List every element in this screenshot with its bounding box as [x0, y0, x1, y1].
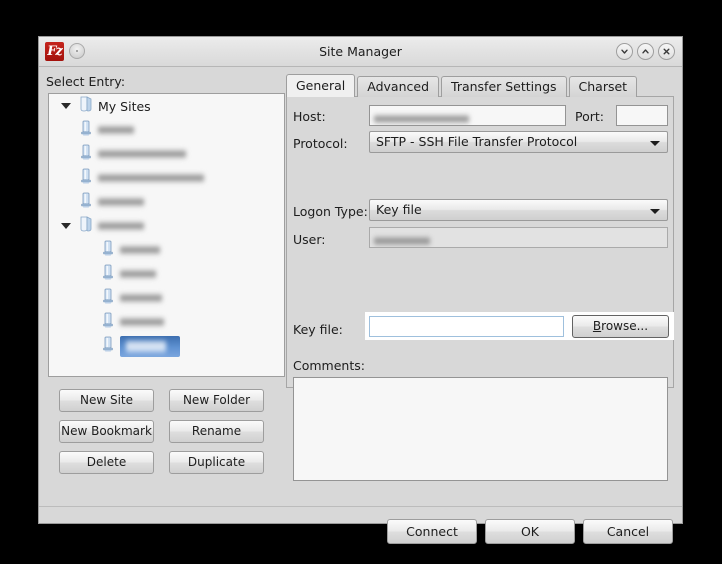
- host-row: Host:: [293, 105, 326, 127]
- logon-type-label: Logon Type:: [293, 203, 368, 219]
- user-redacted-value: [374, 236, 430, 246]
- folder-icon: [79, 96, 93, 116]
- tab-general[interactable]: General: [286, 74, 356, 97]
- tree-item-label: My Sites: [98, 98, 151, 114]
- tree-item-redacted-label: [98, 125, 134, 135]
- title-bar: Fz Site Manager: [39, 37, 682, 67]
- settings-tabs: General Advanced Transfer Settings Chars…: [286, 74, 639, 97]
- new-site-button[interactable]: New Site: [59, 389, 154, 412]
- port-label: Port:: [575, 108, 604, 124]
- chevron-down-icon: [650, 141, 660, 146]
- host-input[interactable]: [369, 105, 566, 126]
- tree-item-redacted-label: [98, 221, 144, 231]
- select-entry-label: Select Entry:: [46, 74, 126, 89]
- folder-icon: [79, 216, 93, 236]
- tree-item[interactable]: [49, 334, 284, 358]
- user-input: [369, 227, 668, 248]
- new-bookmark-button[interactable]: New Bookmark: [59, 420, 154, 443]
- general-tab-panel: Host: Port: Protocol: SFTP - SSH File Tr…: [286, 96, 674, 481]
- logon-type-value: Key file: [376, 202, 422, 217]
- keyfile-label: Key file:: [293, 321, 343, 337]
- tree-children: [49, 118, 284, 358]
- tree-item-redacted-label: [98, 173, 204, 183]
- logon-type-row: Logon Type:: [293, 200, 368, 222]
- close-icon[interactable]: [658, 43, 675, 60]
- site-action-buttons: New Site New Folder New Bookmark Rename …: [59, 389, 274, 474]
- host-label: Host:: [293, 108, 326, 124]
- keyfile-input[interactable]: [369, 316, 564, 337]
- ok-button[interactable]: OK: [485, 519, 575, 544]
- browse-accel: B: [592, 319, 602, 333]
- tree-item-redacted-label: [120, 245, 160, 255]
- tree-item-redacted-label: [126, 339, 166, 353]
- tab-transfer-settings[interactable]: Transfer Settings: [441, 76, 567, 97]
- tree-item-redacted-label: [98, 149, 186, 159]
- user-label: User:: [293, 231, 326, 247]
- tree-item[interactable]: [49, 286, 284, 310]
- connect-button[interactable]: Connect: [387, 519, 477, 544]
- protocol-label: Protocol:: [293, 135, 348, 151]
- dialog-content: Select Entry: My Sites New Site New Fold…: [39, 67, 682, 544]
- tree-item[interactable]: [49, 310, 284, 334]
- keyfile-row: Key file:: [293, 318, 343, 340]
- expand-collapse-toggle[interactable]: [53, 103, 79, 109]
- delete-button[interactable]: Delete: [59, 451, 154, 474]
- minimize-icon[interactable]: [616, 43, 633, 60]
- tree-item-redacted-label: [120, 317, 164, 327]
- server-icon: [101, 336, 115, 356]
- browse-label-rest: rowse...: [601, 319, 649, 333]
- cancel-button[interactable]: Cancel: [583, 519, 673, 544]
- tree-item[interactable]: [49, 190, 284, 214]
- tab-charset[interactable]: Charset: [568, 76, 638, 97]
- server-icon: [101, 288, 115, 308]
- site-manager-dialog: Fz Site Manager Select Entry: My Sites N…: [38, 36, 683, 544]
- logon-type-select[interactable]: Key file: [369, 199, 668, 221]
- footer-separator: [39, 506, 682, 507]
- tab-advanced[interactable]: Advanced: [357, 76, 440, 97]
- chevron-down-icon: [650, 209, 660, 214]
- maximize-icon[interactable]: [637, 43, 654, 60]
- protocol-row: Protocol:: [293, 132, 348, 154]
- site-tree[interactable]: My Sites: [48, 93, 285, 377]
- tree-item[interactable]: [49, 262, 284, 286]
- protocol-select[interactable]: SFTP - SSH File Transfer Protocol: [369, 131, 668, 153]
- tree-item[interactable]: [49, 214, 284, 238]
- tree-item[interactable]: [49, 238, 284, 262]
- server-icon: [79, 192, 93, 212]
- expand-collapse-toggle[interactable]: [53, 223, 79, 229]
- tree-item[interactable]: [49, 166, 284, 190]
- duplicate-button[interactable]: Duplicate: [169, 451, 264, 474]
- tree-item[interactable]: [49, 118, 284, 142]
- tree-item-redacted-label: [98, 197, 144, 207]
- new-folder-button[interactable]: New Folder: [169, 389, 264, 412]
- port-row: Port:: [575, 105, 604, 127]
- protocol-value: SFTP - SSH File Transfer Protocol: [376, 134, 578, 149]
- tree-item-my-sites[interactable]: My Sites: [49, 94, 284, 118]
- tree-item-redacted-label: [120, 269, 156, 279]
- rename-button[interactable]: Rename: [169, 420, 264, 443]
- server-icon: [79, 120, 93, 140]
- tree-item-selected-highlight: [120, 335, 180, 357]
- server-icon: [79, 144, 93, 164]
- server-icon: [101, 312, 115, 332]
- server-icon: [101, 240, 115, 260]
- comments-label: Comments:: [293, 358, 365, 373]
- browse-button[interactable]: Browse...: [572, 315, 669, 338]
- user-row: User:: [293, 228, 325, 250]
- host-redacted-value: [374, 114, 469, 124]
- dialog-footer: Connect OK Cancel: [387, 519, 673, 544]
- server-icon: [79, 168, 93, 188]
- tree-item[interactable]: [49, 142, 284, 166]
- tree-item-redacted-label: [120, 293, 162, 303]
- port-input[interactable]: [616, 105, 668, 126]
- comments-textarea[interactable]: [293, 377, 668, 481]
- window-title: Site Manager: [319, 44, 402, 59]
- server-icon: [101, 264, 115, 284]
